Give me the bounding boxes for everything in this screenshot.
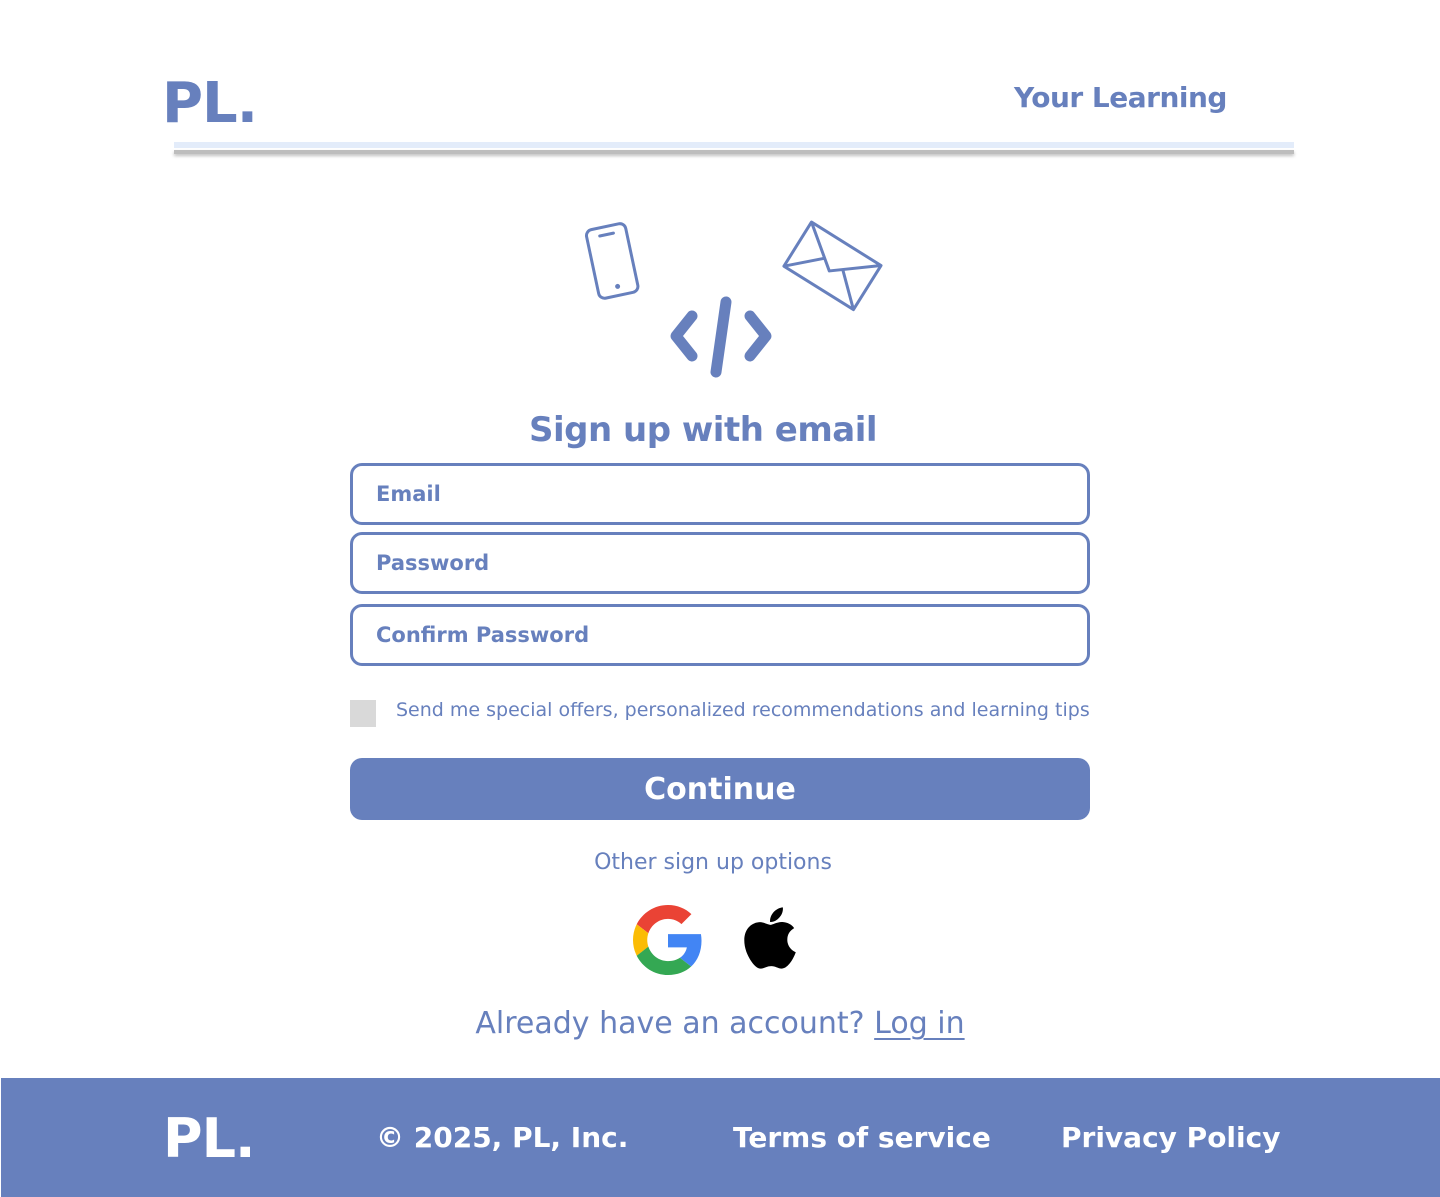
header-divider [174, 142, 1294, 158]
privacy-policy-link[interactable]: Privacy Policy [1061, 1120, 1280, 1156]
divider-line-light [174, 142, 1294, 148]
page-title: Sign up with email [529, 410, 878, 450]
marketing-optin: Send me special offers, personalized rec… [350, 698, 1090, 750]
divider-line-shadow [174, 150, 1294, 154]
header-logo[interactable]: PL. [162, 72, 258, 136]
footer-logo[interactable]: PL. [163, 1108, 255, 1170]
apple-icon[interactable] [735, 903, 805, 973]
password-field-container [350, 532, 1090, 594]
login-prompt-text: Already have an account? [475, 1006, 865, 1041]
email-field-container [350, 463, 1090, 525]
phone-icon [584, 222, 640, 300]
other-signup-heading: Other sign up options [594, 850, 832, 875]
terms-of-service-link[interactable]: Terms of service [733, 1120, 991, 1156]
code-icon [670, 296, 772, 378]
confirm-password-field-container [350, 604, 1090, 666]
confirm-password-input[interactable] [353, 607, 1087, 663]
login-link[interactable]: Log in [874, 1006, 964, 1041]
password-input[interactable] [353, 535, 1087, 591]
footer-copyright: © 2025, PL, Inc. [376, 1121, 629, 1154]
email-input[interactable] [353, 466, 1087, 522]
login-prompt-row: Already have an account? Log in [350, 1002, 1090, 1046]
google-icon[interactable] [633, 905, 703, 975]
envelope-icon [782, 220, 883, 312]
continue-button[interactable]: Continue [350, 758, 1090, 820]
hero-illustration [560, 210, 900, 390]
optin-label[interactable]: Send me special offers, personalized rec… [396, 698, 1090, 723]
footer: PL. © 2025, PL, Inc. Terms of service Pr… [1, 1078, 1440, 1197]
optin-checkbox[interactable] [350, 700, 376, 727]
your-learning-link[interactable]: Your Learning [1014, 80, 1227, 116]
